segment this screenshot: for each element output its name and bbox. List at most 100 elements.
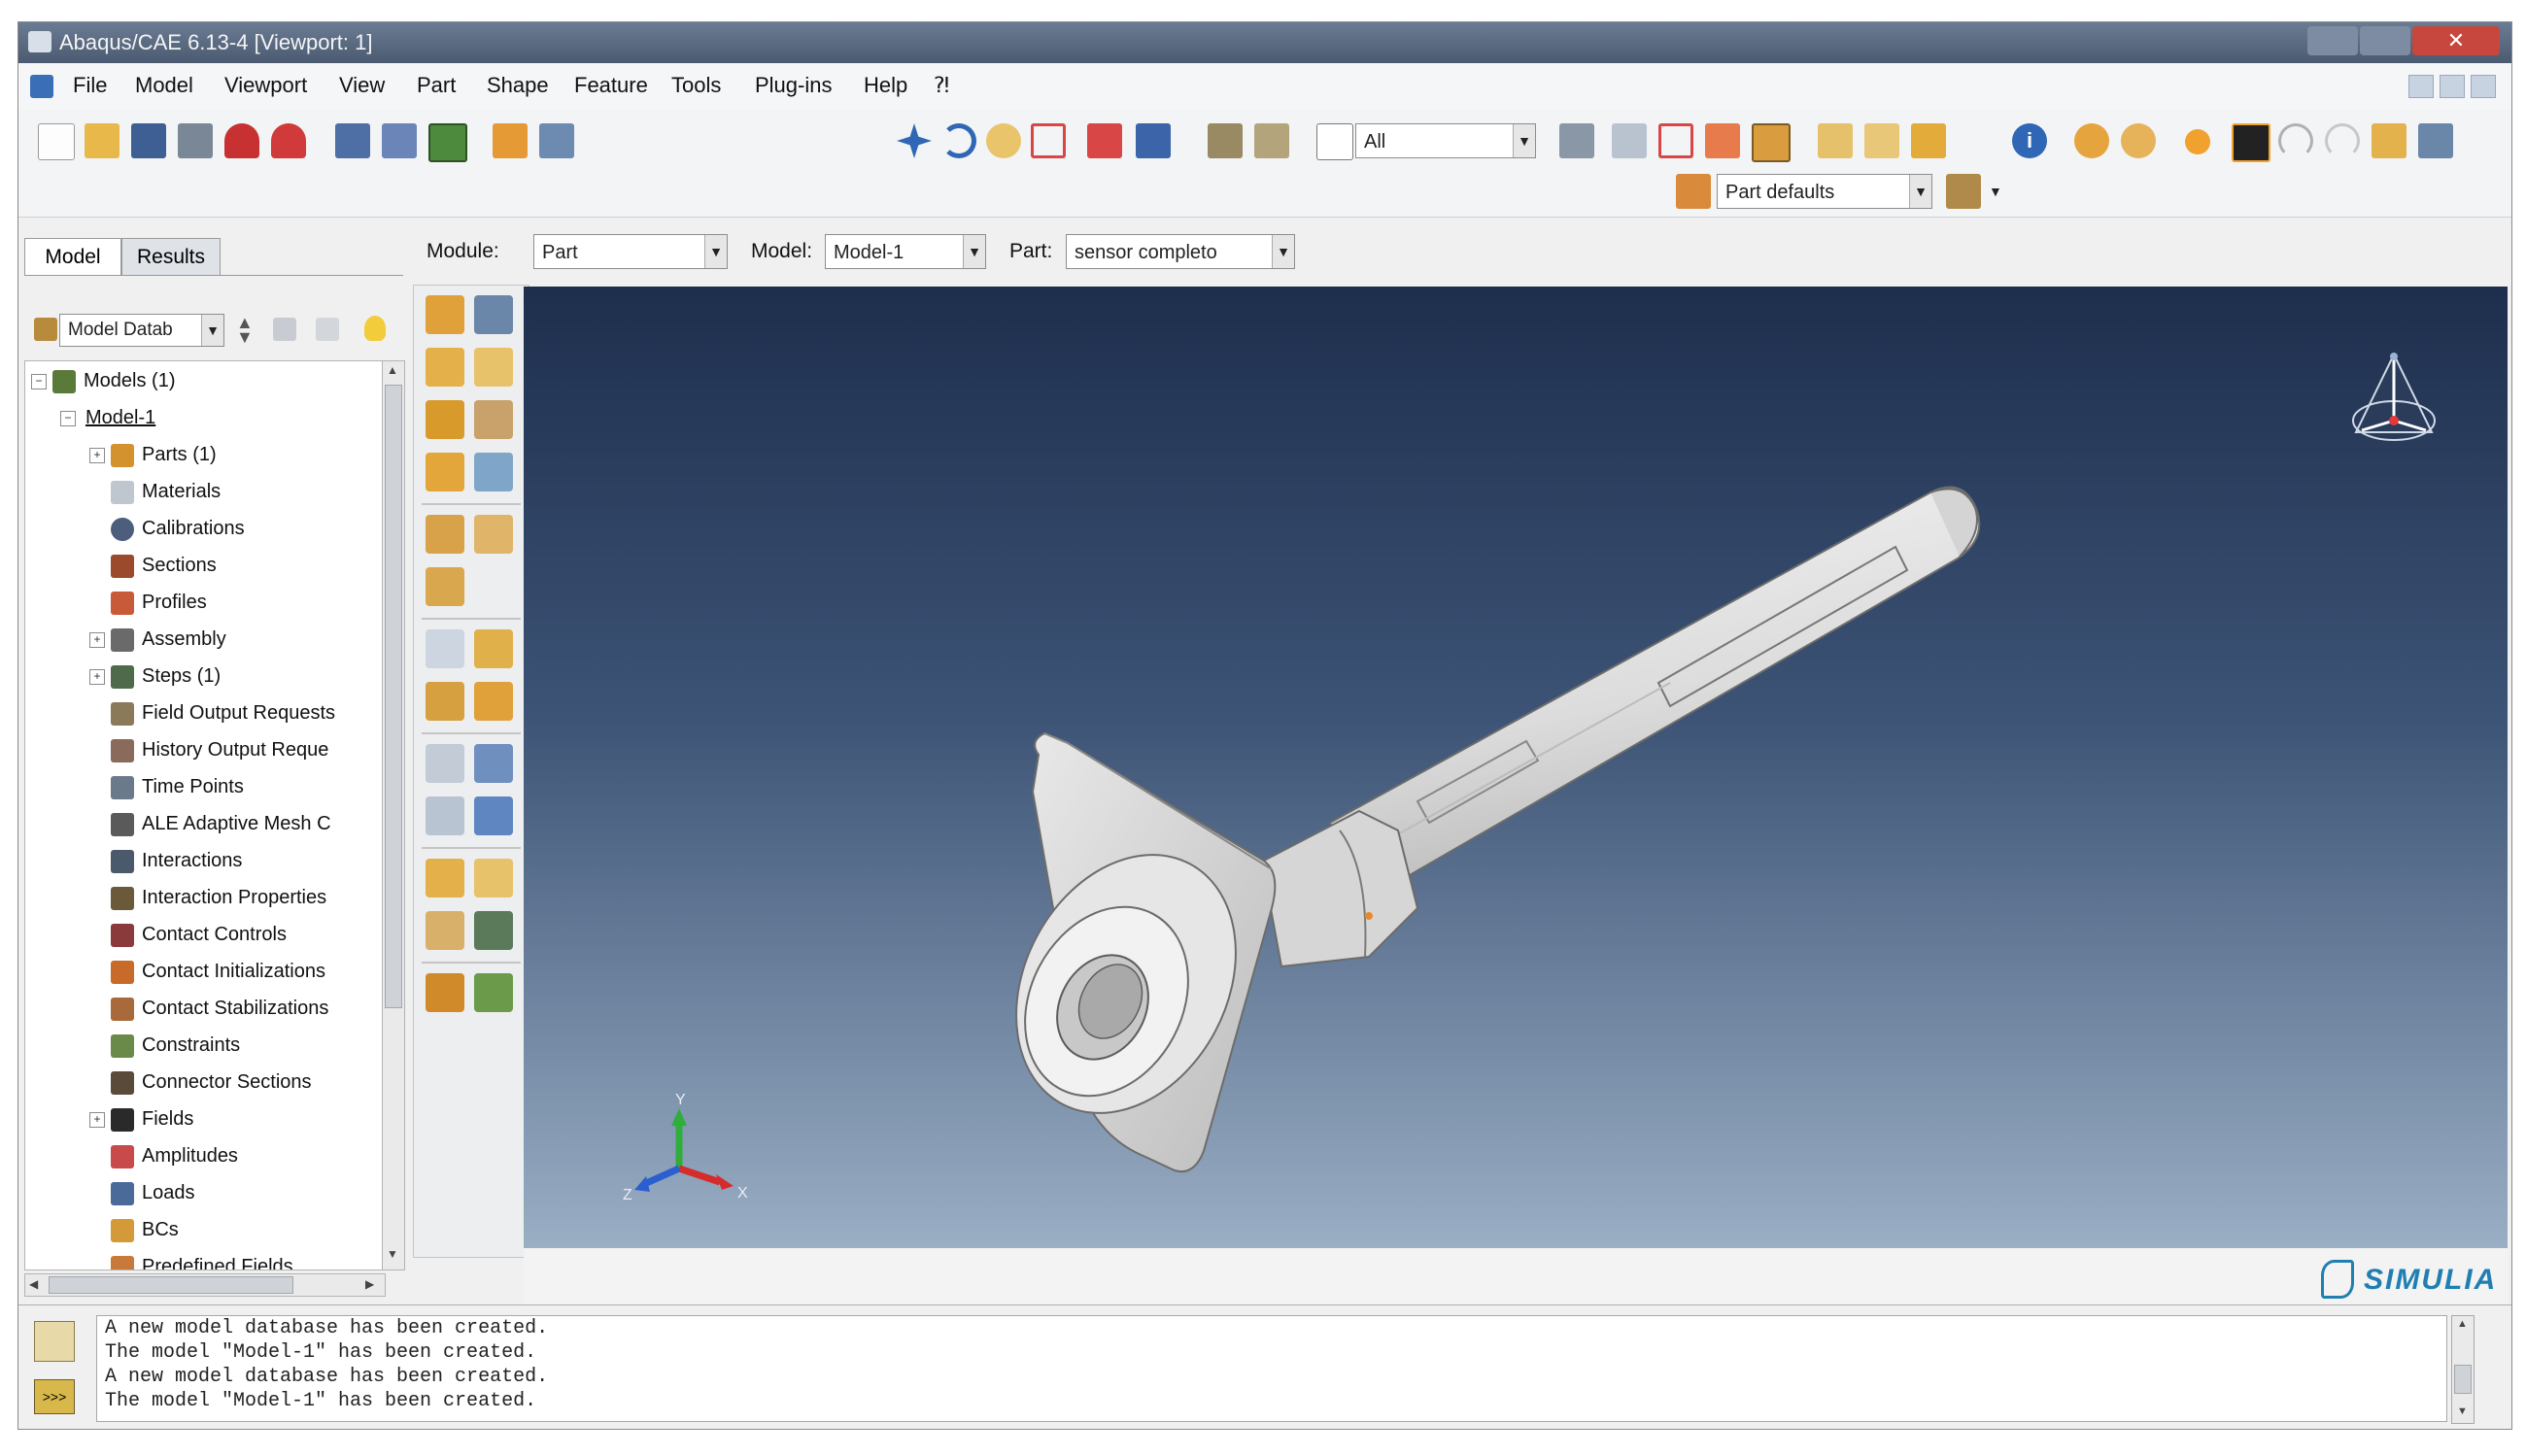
menu-viewport[interactable]: Viewport	[224, 73, 307, 98]
create-solid-extrude-icon[interactable]	[426, 348, 464, 387]
tree-item-calibrations[interactable]: Calibrations	[111, 511, 245, 546]
chevron-down-icon[interactable]: ▼	[201, 315, 223, 346]
datum-plane-icon[interactable]	[474, 796, 513, 835]
display-options-dropdown-icon[interactable]: ▼	[1989, 184, 2002, 199]
repair-icon[interactable]	[426, 859, 464, 897]
menu-model[interactable]: Model	[135, 73, 193, 98]
lightbulb-icon[interactable]	[364, 316, 386, 341]
drag-shape-icon[interactable]	[1658, 123, 1693, 158]
selection-filter-select[interactable]: All ▼	[1355, 123, 1536, 158]
tree-item-assembly[interactable]: + Assembly	[89, 622, 226, 657]
collapse-toggle[interactable]: −	[60, 410, 76, 426]
tree-item-connector-sections[interactable]: Connector Sections	[111, 1065, 312, 1100]
display-group-icon[interactable]	[2074, 123, 2109, 158]
close-button[interactable]: ✕	[2412, 26, 2500, 55]
save-icon[interactable]	[131, 123, 166, 158]
table-icon[interactable]	[539, 123, 574, 158]
minimize-button[interactable]	[2307, 26, 2358, 55]
replace-icon[interactable]	[2232, 123, 2270, 162]
chevron-down-icon[interactable]: ▼	[1909, 175, 1931, 208]
feature-manager-icon[interactable]	[474, 973, 513, 1012]
new-file-icon[interactable]	[38, 123, 75, 160]
tree-item-contact-initializations[interactable]: Contact Initializations	[111, 954, 325, 989]
tree-item-field-output-requests[interactable]: Field Output Requests	[111, 695, 335, 730]
edit-feature-icon[interactable]	[426, 911, 464, 950]
menu-plugins[interactable]: Plug-ins	[755, 73, 832, 98]
part-manager-icon[interactable]	[474, 295, 513, 334]
create-shell-icon[interactable]	[426, 400, 464, 439]
menu-help[interactable]: Help	[864, 73, 907, 98]
chevron-down-icon[interactable]: ▼	[704, 235, 727, 268]
chevron-down-icon[interactable]: ▼	[1272, 235, 1294, 268]
view-manager-icon[interactable]	[1208, 123, 1243, 158]
undo-icon[interactable]	[2278, 123, 2313, 158]
select-highlighted-icon[interactable]	[1752, 123, 1791, 162]
expand-toggle[interactable]: +	[89, 1111, 105, 1128]
scroll-up-arrow[interactable]: ▲	[387, 363, 398, 377]
tree-item-ale-adaptive-mesh[interactable]: ALE Adaptive Mesh C	[111, 806, 331, 841]
color-code-icon[interactable]	[2372, 123, 2407, 158]
tree-item-models[interactable]: − Models (1)	[31, 363, 175, 398]
zoom-icon[interactable]	[986, 123, 1021, 158]
create-solid-revolve-icon[interactable]	[474, 348, 513, 387]
tree-item-constraints[interactable]: Constraints	[111, 1028, 240, 1063]
tree-item-predefined-fields[interactable]: Predefined Fields	[111, 1249, 293, 1270]
viewport-canvas[interactable]: Y X Z	[524, 287, 2508, 1248]
message-area-icon[interactable]	[34, 1321, 75, 1362]
query-info-icon[interactable]: i	[2012, 123, 2047, 158]
display-options-icon[interactable]	[1946, 174, 1981, 209]
tools-icon[interactable]	[474, 911, 513, 950]
views-toolbar-icon[interactable]	[1254, 123, 1289, 158]
open-folder-icon[interactable]	[85, 123, 119, 158]
message-scrollbar[interactable]: ▲ ▼	[2451, 1315, 2475, 1424]
viewport-tile-icon[interactable]	[335, 123, 370, 158]
viewport[interactable]: Y X Z	[524, 287, 2508, 1248]
menu-file[interactable]: File	[73, 73, 107, 98]
expand-toggle[interactable]: +	[89, 631, 105, 648]
select-from-viewport-icon[interactable]	[1612, 123, 1647, 158]
tree-item-model-1[interactable]: − Model-1	[60, 400, 155, 435]
render-wireframe-icon[interactable]	[1818, 123, 1853, 158]
render-hidden-icon[interactable]	[1864, 123, 1899, 158]
part-select[interactable]: sensor completo ▼	[1066, 234, 1295, 269]
tree-item-contact-controls[interactable]: Contact Controls	[111, 917, 287, 952]
display-group-3-icon[interactable]	[2185, 129, 2210, 154]
tree-item-interaction-properties[interactable]: Interaction Properties	[111, 880, 326, 915]
up-down-icon[interactable]: ▲ ▼	[236, 314, 254, 346]
scroll-thumb[interactable]	[385, 385, 402, 1008]
part-defaults-select[interactable]: Part defaults ▼	[1717, 174, 1932, 209]
tree-item-amplitudes[interactable]: Amplitudes	[111, 1138, 238, 1173]
tree-item-steps[interactable]: + Steps (1)	[89, 659, 221, 694]
scroll-thumb[interactable]	[49, 1276, 293, 1294]
red-marker-icon[interactable]	[224, 123, 259, 158]
menu-part[interactable]: Part	[417, 73, 456, 98]
select-both-icon[interactable]	[1705, 123, 1740, 158]
tree-item-interactions[interactable]: Interactions	[111, 843, 242, 878]
tree-vertical-scrollbar[interactable]: ▲ ▼	[382, 360, 405, 1270]
create-cut-icon[interactable]	[474, 400, 513, 439]
model-select[interactable]: Model-1 ▼	[825, 234, 986, 269]
datum-axis-icon[interactable]	[426, 796, 464, 835]
part-defaults-icon[interactable]	[1676, 174, 1711, 209]
tree-item-loads[interactable]: Loads	[111, 1175, 195, 1210]
color-table-icon[interactable]	[2418, 123, 2453, 158]
module-select[interactable]: Part ▼	[533, 234, 728, 269]
viewport-cascade-icon[interactable]	[382, 123, 417, 158]
expand-toggle[interactable]: +	[89, 668, 105, 685]
tree-item-sections[interactable]: Sections	[111, 548, 217, 583]
mdi-restore-button[interactable]	[2440, 75, 2465, 98]
auto-fit-icon[interactable]	[1087, 123, 1122, 158]
scroll-thumb[interactable]	[2454, 1365, 2472, 1394]
tree-horizontal-scrollbar[interactable]: ◀ ▶	[24, 1273, 386, 1297]
mdi-minimize-button[interactable]	[2408, 75, 2434, 98]
scroll-down-arrow[interactable]: ▼	[387, 1247, 398, 1261]
tree-item-parts[interactable]: + Parts (1)	[89, 437, 217, 472]
collapse-icon[interactable]	[316, 318, 339, 341]
tree-item-bcs[interactable]: BCs	[111, 1212, 179, 1247]
view-cube-icon[interactable]	[2352, 352, 2436, 441]
red-marker-2-icon[interactable]	[271, 123, 306, 158]
query-csys-icon[interactable]	[426, 744, 464, 783]
create-reference-point-icon[interactable]	[426, 629, 464, 668]
tree-item-time-points[interactable]: Time Points	[111, 769, 244, 804]
tab-results[interactable]: Results	[121, 238, 221, 276]
